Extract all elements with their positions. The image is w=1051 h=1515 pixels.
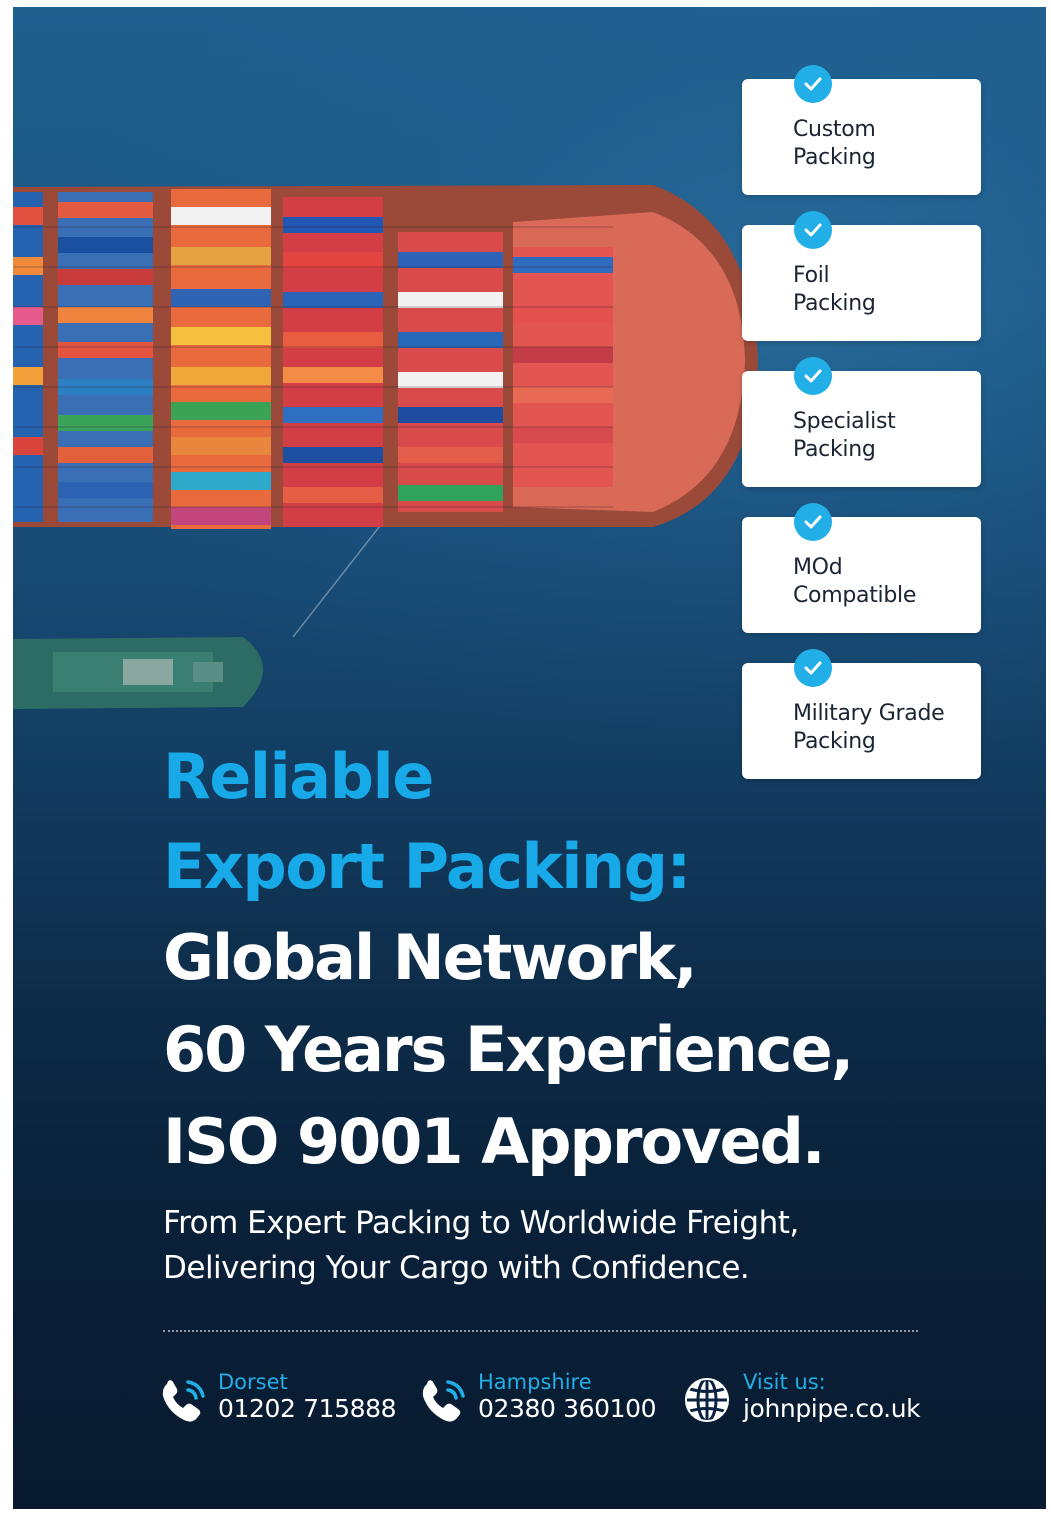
contact-label: Hampshire	[478, 1370, 592, 1394]
check-icon	[794, 65, 832, 103]
contact-label: Dorset	[218, 1370, 288, 1394]
headline-line-experience: 60 Years Experience,	[163, 1013, 854, 1086]
phone-icon	[162, 1380, 205, 1422]
headline-line-iso: ISO 9001 Approved.	[163, 1105, 825, 1178]
subheadline-line-1: From Expert Packing to Worldwide Freight…	[163, 1205, 799, 1241]
check-icon	[794, 357, 832, 395]
feature-label: MOd Compatible	[793, 555, 917, 608]
headline-line-global-network: Global Network,	[163, 921, 698, 994]
feature-label: Foil Packing	[793, 263, 876, 316]
headline-line-export-packing: Export Packing:	[163, 830, 691, 903]
headline-line-reliable: Reliable	[163, 740, 434, 813]
contact-label: Visit us:	[743, 1370, 826, 1394]
check-icon	[794, 211, 832, 249]
feature-card-mod-compatible: MOd Compatible	[742, 503, 981, 633]
phone-number[interactable]: 02380 360100	[478, 1394, 657, 1423]
check-icon	[794, 503, 832, 541]
feature-label: Specialist Packing	[793, 409, 896, 462]
check-icon	[794, 649, 832, 687]
subheadline-line-2: Delivering Your Cargo with Confidence.	[163, 1250, 750, 1286]
flyer: Custom Packing Foil Packing Specialist Pack…	[13, 7, 1046, 1509]
phone-icon	[422, 1380, 465, 1422]
globe-icon	[685, 1377, 729, 1423]
feature-label: Custom Packing	[793, 117, 876, 170]
dotted-divider	[163, 1330, 918, 1332]
feature-card-custom-packing: Custom Packing	[742, 65, 981, 195]
feature-card-specialist-packing: Specialist Packing	[742, 357, 981, 487]
website-link[interactable]: johnpipe.co.uk	[743, 1394, 921, 1423]
feature-card-foil-packing: Foil Packing	[742, 211, 981, 341]
phone-number[interactable]: 01202 715888	[218, 1394, 397, 1423]
